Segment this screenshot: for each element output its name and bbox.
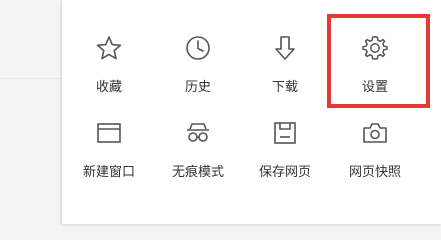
background-divider: [0, 78, 62, 79]
menu-item-label: 新建窗口: [82, 165, 135, 180]
menu-item-incognito[interactable]: 无痕模式: [158, 0, 238, 190]
menu-item-label: 网页快照: [348, 165, 401, 180]
camera-icon: [363, 123, 387, 143]
browser-menu-panel: 收藏 历史 下载 设置 新建窗口 无痕模式 保存网页 网页快照: [62, 0, 441, 224]
menu-item-label: 保存网页: [258, 165, 311, 180]
menu-item-new-window[interactable]: 新建窗口: [69, 0, 149, 190]
menu-item-page-snapshot[interactable]: 网页快照: [335, 0, 415, 190]
menu-item-label: 无痕模式: [171, 165, 224, 180]
menu-item-save-page[interactable]: 保存网页: [245, 0, 325, 190]
incognito-glasses-icon: [187, 123, 209, 142]
save-disk-icon: [274, 122, 296, 144]
new-window-icon: [97, 123, 121, 143]
